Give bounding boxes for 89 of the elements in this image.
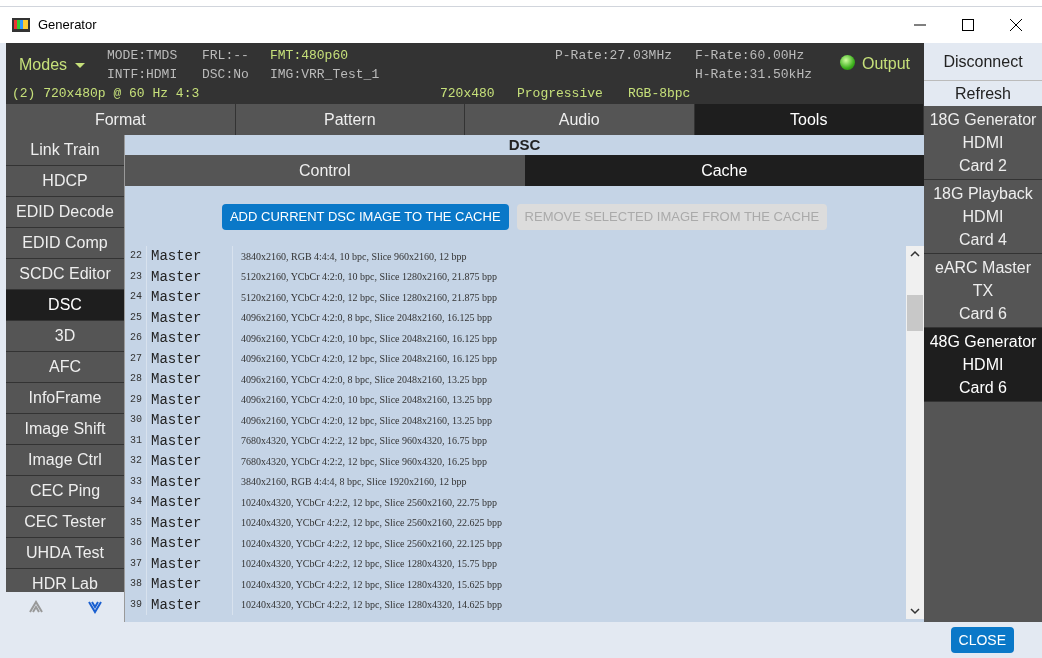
row-number: 29 — [125, 389, 147, 410]
card-button[interactable]: 48G Generator HDMI Card 6 — [924, 328, 1042, 402]
row-name: Master — [147, 594, 233, 615]
frame-rate-label: F-Rate:60.00Hz — [695, 47, 805, 65]
row-name: Master — [147, 471, 233, 492]
row-number: 37 — [125, 553, 147, 574]
row-number: 38 — [125, 574, 147, 595]
action-button[interactable]: Refresh — [924, 81, 1042, 106]
row-description: 10240x4320, YCbCr 4:2:2, 12 bpc, Slice 2560x2160, 22.625 bpp — [240, 516, 502, 531]
tab[interactable]: Tools — [694, 104, 924, 135]
mode-label: MODE:TMDS — [107, 47, 178, 65]
maximize-icon[interactable] — [962, 19, 974, 31]
subtab[interactable]: Control — [125, 155, 525, 186]
row-number: 22 — [125, 246, 147, 267]
modes-dropdown[interactable]: Modes — [19, 53, 86, 77]
window-title: Generator — [38, 16, 97, 35]
pixel-rate-label: P-Rate:27.03MHz — [555, 47, 673, 65]
subtab[interactable]: Cache — [524, 155, 924, 186]
row-number: 32 — [125, 451, 147, 472]
row-number: 34 — [125, 492, 147, 513]
row-description: 4096x2160, YCbCr 4:2:0, 10 bpc, Slice 2048x2160, 16.125 bpp — [240, 331, 497, 346]
scrollbar[interactable] — [906, 246, 924, 619]
timing-label: (2) 720x480p @ 60 Hz 4:3 — [12, 85, 200, 103]
row-name: Master — [147, 328, 233, 349]
row-number: 31 — [125, 430, 147, 451]
row-name: Master — [147, 451, 233, 472]
row-description: 7680x4320, YCbCr 4:2:2, 12 bpc, Slice 960x4320, 16.75 bpp — [240, 434, 487, 449]
resolution-label: 720x480 — [440, 85, 495, 103]
row-number: 35 — [125, 512, 147, 533]
row-name: Master — [147, 266, 233, 287]
row-number: 27 — [125, 348, 147, 369]
dsc-label: DSC:No — [202, 66, 249, 84]
row-description: 4096x2160, YCbCr 4:2:0, 8 bpc, Slice 2048x2160, 13.25 bpp — [240, 372, 487, 387]
row-number: 26 — [125, 328, 147, 349]
row-name: Master — [147, 430, 233, 451]
row-description: 4096x2160, YCbCr 4:2:0, 8 bpc, Slice 2048x2160, 16.125 bpp — [240, 311, 492, 326]
row-description: 7680x4320, YCbCr 4:2:2, 12 bpc, Slice 960x4320, 16.25 bpp — [240, 454, 487, 469]
app-icon — [12, 18, 30, 32]
close-button[interactable]: CLOSE — [950, 627, 1014, 653]
row-number: 39 — [125, 594, 147, 615]
row-description: 10240x4320, YCbCr 4:2:2, 12 bpc, Slice 2560x2160, 22.75 bpp — [240, 495, 497, 510]
close-icon[interactable] — [1010, 19, 1022, 31]
row-description: 3840x2160, RGB 4:4:4, 8 bpc, Slice 1920x2160, 12 bpp — [240, 475, 467, 490]
row-description: 4096x2160, YCbCr 4:2:0, 12 bpc, Slice 2048x2160, 16.125 bpp — [240, 352, 497, 367]
row-name: Master — [147, 492, 233, 513]
row-number: 33 — [125, 471, 147, 492]
row-name: Master — [147, 287, 233, 308]
image-label: IMG:VRR_Test_1 — [270, 66, 380, 84]
row-description: 3840x2160, RGB 4:4:4, 10 bpc, Slice 960x2160, 12 bpp — [240, 249, 467, 264]
row-name: Master — [147, 574, 233, 595]
caret-icon — [75, 61, 86, 69]
format-label: FMT:480p60 — [270, 47, 348, 65]
scan-label: Progressive — [517, 85, 603, 103]
scroll-up-icon[interactable] — [910, 250, 920, 258]
row-number: 36 — [125, 533, 147, 554]
row-name: Master — [147, 246, 233, 267]
row-name: Master — [147, 533, 233, 554]
row-name: Master — [147, 410, 233, 431]
frl-label: FRL:-- — [202, 47, 249, 65]
row-number: 25 — [125, 307, 147, 328]
interface-label: INTF:HDMI — [107, 66, 178, 84]
row-description: 4096x2160, YCbCr 4:2:0, 10 bpc, Slice 2048x2160, 13.25 bpp — [240, 393, 492, 408]
row-name: Master — [147, 389, 233, 410]
panel-title: DSC — [507, 135, 542, 155]
scroll-down-icon[interactable] — [910, 607, 920, 615]
row-description: 5120x2160, YCbCr 4:2:0, 12 bpc, Slice 1280x2160, 21.875 bpp — [240, 290, 497, 305]
row-name: Master — [147, 553, 233, 574]
row-number: 24 — [125, 287, 147, 308]
line-rate-label: H-Rate:31.50kHz — [695, 66, 813, 84]
row-description: 10240x4320, YCbCr 4:2:2, 12 bpc, Slice 2560x2160, 22.125 bpp — [240, 536, 502, 551]
row-number: 23 — [125, 266, 147, 287]
row-description: 10240x4320, YCbCr 4:2:2, 12 bpc, Slice 1280x4320, 15.75 bpp — [240, 557, 497, 572]
row-name: Master — [147, 369, 233, 390]
row-name: Master — [147, 512, 233, 533]
row-description: 10240x4320, YCbCr 4:2:2, 12 bpc, Slice 1280x4320, 14.625 bpp — [240, 598, 502, 613]
color-format-label: RGB-8bpc — [628, 85, 691, 103]
row-name: Master — [147, 307, 233, 328]
row-number: 28 — [125, 369, 147, 390]
scroll-thumb[interactable] — [907, 294, 923, 331]
output-label: Output — [862, 54, 911, 74]
sidebar-item[interactable]: DSC — [6, 290, 124, 321]
row-description: 5120x2160, YCbCr 4:2:0, 10 bpc, Slice 1280x2160, 21.875 bpp — [240, 270, 497, 285]
action-button[interactable]: Disconnect — [924, 43, 1042, 81]
row-description: 10240x4320, YCbCr 4:2:2, 12 bpc, Slice 1280x4320, 15.625 bpp — [240, 577, 502, 592]
down-chevron-icon[interactable] — [86, 600, 103, 614]
row-number: 30 — [125, 410, 147, 431]
cache-button[interactable]: ADD CURRENT DSC IMAGE TO THE CACHE — [221, 204, 509, 230]
row-name: Master — [147, 348, 233, 369]
row-description: 4096x2160, YCbCr 4:2:0, 12 bpc, Slice 2048x2160, 13.25 bpp — [240, 413, 492, 428]
